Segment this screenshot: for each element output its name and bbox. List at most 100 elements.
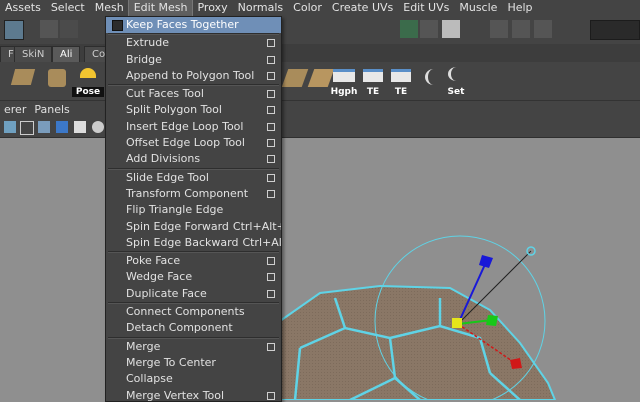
menu-item-poke-face[interactable]: Poke Face bbox=[106, 253, 281, 269]
option-box-icon[interactable] bbox=[267, 39, 275, 48]
menu-item-extrude[interactable]: Extrude bbox=[106, 35, 281, 51]
option-box-icon[interactable] bbox=[267, 106, 275, 115]
shelf-tab-ali[interactable]: Ali bbox=[52, 46, 81, 62]
shelf: Pose Hgph TE TE Set bbox=[0, 62, 640, 101]
menu-item-bridge[interactable]: Bridge bbox=[106, 52, 281, 68]
x-axis-handle[interactable] bbox=[510, 358, 522, 369]
option-box-icon[interactable] bbox=[267, 71, 275, 80]
menubar-item-help[interactable]: Help bbox=[502, 0, 537, 16]
menu-item-transform-component[interactable]: Transform Component bbox=[106, 186, 281, 202]
menu-item-detach-component[interactable]: Detach Component bbox=[106, 320, 281, 336]
menu-item-label: Keep Faces Together bbox=[126, 18, 239, 31]
keep-faces-together-item[interactable]: Keep Faces Together bbox=[106, 17, 281, 34]
pose-icon bbox=[80, 68, 96, 78]
manipulator-center-handle[interactable] bbox=[452, 318, 462, 328]
option-box-icon[interactable] bbox=[267, 342, 275, 351]
menu-item-add-divisions[interactable]: Add Divisions bbox=[106, 151, 281, 167]
menubar-item-create-uvs[interactable]: Create UVs bbox=[327, 0, 398, 16]
object-mode-icon[interactable] bbox=[40, 20, 58, 38]
snap-curve-icon[interactable] bbox=[420, 20, 438, 38]
menu-item-merge[interactable]: Merge bbox=[106, 339, 281, 355]
shelf-label-te: TE bbox=[394, 87, 408, 97]
menu-item-append-to-polygon-tool[interactable]: Append to Polygon Tool bbox=[106, 68, 281, 84]
shelf-tab-skin[interactable]: SkiN bbox=[14, 46, 53, 62]
menu-item-wedge-face[interactable]: Wedge Face bbox=[106, 269, 281, 285]
menu-item-label: Insert Edge Loop Tool bbox=[126, 119, 244, 133]
option-box-icon[interactable] bbox=[267, 257, 275, 266]
menu-item-label: Detach Component bbox=[126, 321, 233, 335]
panel-menu-panels[interactable]: Panels bbox=[30, 103, 73, 116]
option-box-icon[interactable] bbox=[267, 189, 275, 198]
grid-icon[interactable] bbox=[4, 121, 16, 133]
menubar-item-mesh[interactable]: Mesh bbox=[90, 0, 129, 16]
menubar-item-assets[interactable]: Assets bbox=[0, 0, 46, 16]
snap-grid-icon[interactable] bbox=[400, 20, 418, 38]
render-settings-icon[interactable] bbox=[534, 20, 552, 38]
menubar-item-color[interactable]: Color bbox=[288, 0, 327, 16]
menu-item-cut-faces-tool[interactable]: Cut Faces Tool bbox=[106, 86, 281, 102]
option-box-icon[interactable] bbox=[267, 90, 275, 99]
menu-item-spin-edge-forward[interactable]: Spin Edge ForwardCtrl+Alt+Right bbox=[106, 219, 281, 235]
mesh-icon bbox=[281, 69, 309, 87]
menubar-item-normals[interactable]: Normals bbox=[233, 0, 289, 16]
menu-item-duplicate-face[interactable]: Duplicate Face bbox=[106, 286, 281, 302]
textured-icon[interactable] bbox=[74, 121, 86, 133]
shelf-button-hgph[interactable]: Hgph bbox=[330, 65, 358, 97]
smooth-shade-icon[interactable] bbox=[38, 121, 50, 133]
panel-menu-renderer[interactable]: erer bbox=[0, 103, 30, 116]
option-box-icon[interactable] bbox=[267, 173, 275, 182]
menu-item-slide-edge-tool[interactable]: Slide Edge Tool bbox=[106, 170, 281, 186]
shelf-label-pose: Pose bbox=[72, 87, 104, 97]
menu-item-label: Merge To Center bbox=[126, 355, 216, 369]
menubar-item-muscle[interactable]: Muscle bbox=[454, 0, 502, 16]
menu-item-label: Append to Polygon Tool bbox=[126, 68, 255, 82]
menu-item-insert-edge-loop-tool[interactable]: Insert Edge Loop Tool bbox=[106, 119, 281, 135]
shelf-button-te2[interactable]: TE bbox=[388, 65, 414, 97]
option-box-icon[interactable] bbox=[267, 122, 275, 131]
edit-mesh-menu: Keep Faces Together Extrude Bridge Append … bbox=[105, 16, 282, 402]
option-box-icon[interactable] bbox=[267, 55, 275, 64]
shelf-button-te1[interactable]: TE bbox=[360, 65, 386, 97]
menu-item-label: Add Divisions bbox=[126, 152, 201, 166]
render-current-frame-icon[interactable] bbox=[490, 20, 508, 38]
option-box-icon[interactable] bbox=[267, 139, 275, 148]
shelf-button-0[interactable] bbox=[8, 65, 38, 97]
shelf-button-pose[interactable]: Pose bbox=[72, 65, 104, 97]
menu-item-collapse[interactable]: Collapse bbox=[106, 371, 281, 387]
input-line-field[interactable] bbox=[590, 20, 640, 40]
menu-item-spin-edge-backward[interactable]: Spin Edge BackwardCtrl+Alt+Left bbox=[106, 235, 281, 251]
shaded-icon[interactable] bbox=[56, 121, 68, 133]
render-view-icon[interactable] bbox=[442, 20, 460, 38]
menubar-item-select[interactable]: Select bbox=[46, 0, 90, 16]
select-by-hierarchy-icon[interactable] bbox=[60, 20, 78, 38]
option-box-icon[interactable] bbox=[267, 289, 275, 298]
menubar-item-edit-mesh[interactable]: Edit Mesh bbox=[127, 0, 194, 17]
menu-item-offset-edge-loop-tool[interactable]: Offset Edge Loop Tool bbox=[106, 135, 281, 151]
checkbox-icon[interactable] bbox=[112, 20, 123, 31]
option-box-icon[interactable] bbox=[267, 273, 275, 282]
menu-item-label: Connect Components bbox=[126, 305, 245, 319]
lighting-icon[interactable] bbox=[92, 121, 104, 133]
menu-item-flip-triangle-edge[interactable]: Flip Triangle Edge bbox=[106, 202, 281, 218]
wireframe-icon[interactable] bbox=[20, 121, 34, 135]
menu-item-merge-to-center[interactable]: Merge To Center bbox=[106, 355, 281, 371]
main-menubar: Assets Select Mesh Edit Mesh Proxy Normals Col… bbox=[0, 0, 640, 17]
menubar-item-edit-uvs[interactable]: Edit UVs bbox=[398, 0, 454, 16]
window-icon bbox=[333, 69, 355, 82]
menu-item-label: Extrude bbox=[126, 36, 170, 50]
shelf-tabs: F SkiN Ali Co bbox=[0, 44, 640, 62]
y-axis-handle[interactable] bbox=[486, 315, 498, 326]
manipulator-handle-line bbox=[457, 250, 532, 325]
menu-item-connect-components[interactable]: Connect Components bbox=[106, 304, 281, 320]
menubar-item-proxy[interactable]: Proxy bbox=[192, 0, 232, 16]
shelf-button-set[interactable]: Set bbox=[442, 65, 470, 97]
option-box-icon[interactable] bbox=[267, 155, 275, 164]
viewport-3d[interactable] bbox=[0, 138, 640, 400]
shelf-label-set: Set bbox=[447, 87, 465, 97]
menu-item-split-polygon-tool[interactable]: Split Polygon Tool bbox=[106, 102, 281, 118]
component-mode-icon[interactable] bbox=[4, 20, 24, 40]
ipr-render-icon[interactable] bbox=[512, 20, 530, 38]
option-box-icon[interactable] bbox=[267, 391, 275, 400]
z-axis-handle[interactable] bbox=[479, 255, 493, 268]
shelf-button-1[interactable] bbox=[42, 65, 72, 97]
